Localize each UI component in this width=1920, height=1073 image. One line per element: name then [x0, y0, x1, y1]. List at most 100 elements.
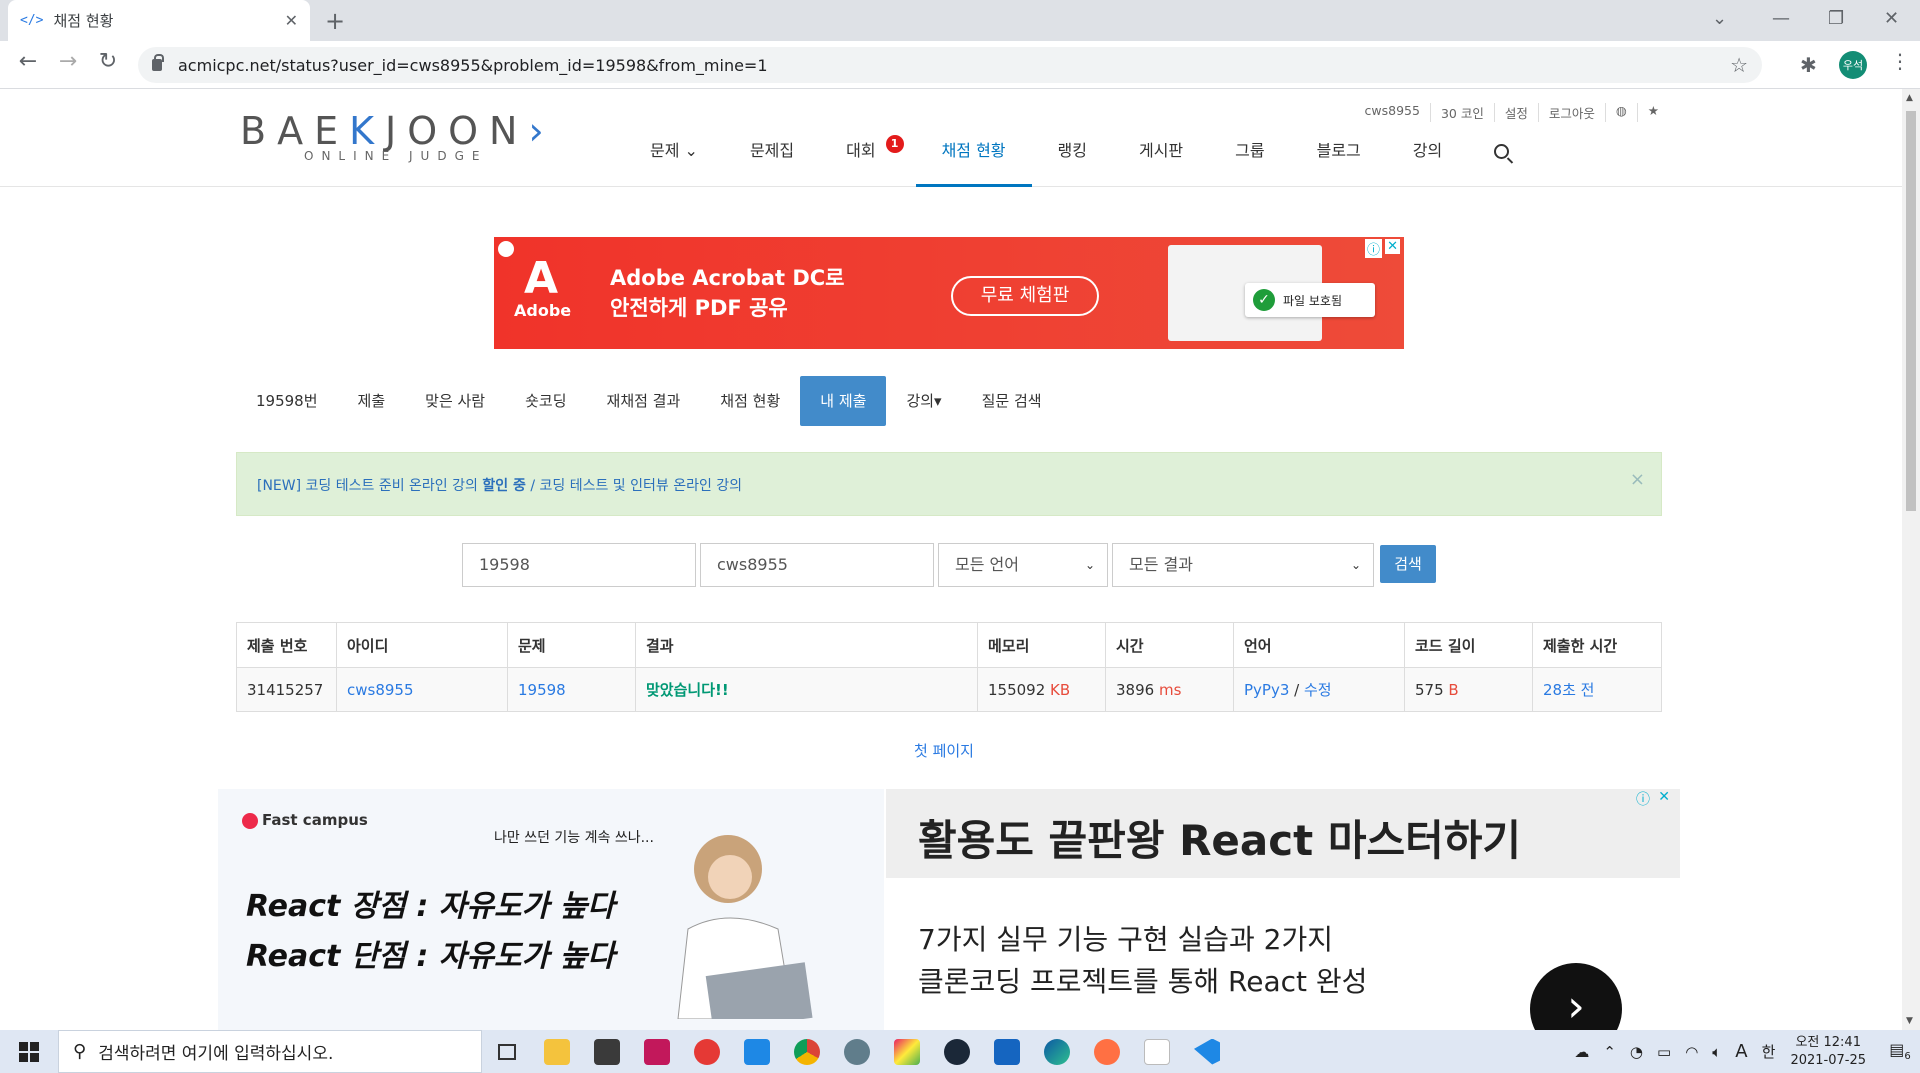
nav-problems[interactable]: 문제 ⌄ [624, 133, 724, 187]
browser-menu-icon[interactable]: ⋮ [1890, 49, 1910, 73]
scroll-down-icon[interactable]: ▼ [1906, 1016, 1913, 1026]
favorite-star-icon[interactable]: ★ [1636, 103, 1669, 122]
search-button[interactable]: 검색 [1380, 545, 1436, 583]
ad-close-icon[interactable]: ✕ [1658, 789, 1670, 805]
alert-close-icon[interactable]: × [1630, 469, 1645, 490]
network-icon[interactable]: ◔ [1630, 1043, 1643, 1061]
page-scrollbar[interactable]: ▲ ▼ [1902, 89, 1920, 1030]
nav-blog[interactable]: 블로그 [1291, 133, 1387, 187]
volume-icon[interactable]: 🔈︎ [1712, 1043, 1721, 1061]
top-menu-username[interactable]: cws8955 [1355, 103, 1430, 122]
app-book-icon[interactable] [982, 1030, 1032, 1073]
tab-rejudge[interactable]: 재채점 결과 [587, 376, 701, 426]
nav-status[interactable]: 채점 현황 [915, 133, 1032, 187]
alert-link[interactable]: [NEW] 코딩 테스트 준비 온라인 강의 할인 중 / 코딩 테스트 및 인… [257, 475, 742, 495]
ad-info-icon[interactable]: ⓘ [1636, 789, 1650, 809]
cell-user-link[interactable]: cws8955 [336, 667, 508, 712]
code-length-unit: B [1448, 680, 1459, 699]
lock-icon[interactable] [152, 54, 164, 71]
window-close-icon[interactable]: ✕ [1884, 8, 1899, 29]
nav-search[interactable] [1468, 133, 1535, 187]
globe-icon[interactable]: ◍ [1604, 103, 1637, 122]
edge-icon[interactable] [1032, 1030, 1082, 1073]
new-tab-icon[interactable]: + [325, 7, 345, 35]
chevron-right-icon[interactable]: › [1530, 963, 1622, 1030]
result-select[interactable]: 모든 결과 ⌄ [1112, 543, 1374, 587]
chrome-icon[interactable] [782, 1030, 832, 1073]
tab-close-icon[interactable]: ✕ [285, 11, 298, 30]
nav-lecture[interactable]: 강의 [1387, 133, 1468, 187]
ime-language[interactable]: A [1735, 1041, 1747, 1062]
cell-submission-id: 31415257 [236, 667, 337, 712]
nav-ranking[interactable]: 랭킹 [1032, 133, 1113, 187]
taskbar-search-box[interactable]: ⚲ 검색하려면 여기에 입력하십시오. [58, 1030, 482, 1073]
steam-icon[interactable] [932, 1030, 982, 1073]
store-icon[interactable] [582, 1030, 632, 1073]
cell-problem-link[interactable]: 19598 [507, 667, 636, 712]
app-gear-icon[interactable] [832, 1030, 882, 1073]
nav-board[interactable]: 게시판 [1113, 133, 1209, 187]
wifi-icon[interactable]: ◠ [1685, 1043, 1698, 1061]
tab-problem-number[interactable]: 19598번 [236, 376, 338, 426]
app-pink-icon[interactable] [632, 1030, 682, 1073]
tab-submit[interactable]: 제출 [338, 376, 406, 426]
ad-info-icon[interactable]: ⓘ [1364, 239, 1382, 258]
ad1-cta-button[interactable]: 무료 체험판 [951, 276, 1099, 316]
notification-center-icon[interactable]: ▤6 [1880, 1040, 1920, 1062]
top-menu-settings[interactable]: 설정 [1493, 103, 1538, 122]
fastcampus-ad-banner[interactable]: Fast campus 나만 쓰던 기능 계속 쓰나... React 장점 :… [218, 789, 1680, 1030]
app-sync-icon[interactable] [682, 1030, 732, 1073]
weather-icon[interactable]: ☁ [1574, 1043, 1589, 1061]
extensions-puzzle-icon[interactable]: ✱ [1800, 53, 1817, 77]
profile-avatar[interactable]: 우석 [1839, 51, 1867, 79]
back-icon[interactable]: ← [12, 49, 44, 74]
reload-icon[interactable]: ↻ [92, 49, 124, 74]
app-typora-icon[interactable] [1132, 1030, 1182, 1073]
nav-group[interactable]: 그룹 [1209, 133, 1290, 187]
app-colorful-icon[interactable] [882, 1030, 932, 1073]
site-logo[interactable]: BAEKJOON› ONLINE JUDGE [240, 109, 555, 163]
taskbar-clock[interactable]: 오전 12:41 2021-07-25 [1790, 1034, 1866, 1070]
adobe-ad-banner[interactable]: A Adobe Adobe Acrobat DC로 안전하게 PDF 공유 무료… [494, 237, 1404, 349]
ime-mode[interactable]: 한 [1762, 1041, 1776, 1062]
tab-question-search[interactable]: 질문 검색 [962, 376, 1062, 426]
forward-icon[interactable]: → [52, 49, 84, 74]
file-explorer-icon[interactable] [532, 1030, 582, 1073]
top-menu-logout[interactable]: 로그아웃 [1537, 103, 1605, 122]
tab-search-icon[interactable]: ⌄ [1712, 8, 1727, 29]
scrollbar-thumb[interactable] [1906, 111, 1916, 511]
language-link[interactable]: PyPy3 [1244, 681, 1289, 699]
nav-workbook[interactable]: 문제집 [724, 133, 820, 187]
tab-my-submissions[interactable]: 내 제출 [800, 376, 887, 426]
first-page-link[interactable]: 첫 페이지 [914, 740, 974, 761]
scroll-up-icon[interactable]: ▲ [1906, 93, 1913, 103]
app-orange-icon[interactable] [1082, 1030, 1132, 1073]
url-text[interactable]: acmicpc.net/status?user_id=cws8955&probl… [178, 56, 1730, 75]
tab-status[interactable]: 채점 현황 [700, 376, 800, 426]
privacy-shield-icon[interactable] [498, 241, 514, 257]
taskbar-search-placeholder: 검색하려면 여기에 입력하십시오. [98, 1044, 334, 1064]
edit-link[interactable]: 수정 [1304, 681, 1332, 699]
ad2-description: 7가지 실무 기능 구현 실습과 2가지 클론코딩 프로젝트를 통해 React… [918, 919, 1367, 1003]
browser-tab[interactable]: </> 채점 현황 ✕ [8, 0, 310, 41]
tray-chevron-up-icon[interactable]: ⌃ [1603, 1043, 1616, 1061]
cell-submitted-time[interactable]: 28초 전 [1532, 667, 1662, 712]
vscode-icon[interactable] [1182, 1030, 1232, 1073]
user-id-input[interactable]: cws8955 [700, 543, 934, 587]
bookmark-star-icon[interactable]: ☆ [1730, 53, 1748, 77]
nav-contest[interactable]: 대회 1 [820, 133, 915, 187]
minimize-icon[interactable]: — [1772, 8, 1790, 29]
top-menu-coins[interactable]: 30 코인 [1429, 103, 1494, 122]
restore-icon[interactable]: ❐ [1828, 8, 1844, 29]
ad-close-icon[interactable]: ✕ [1385, 239, 1400, 254]
tab-lecture[interactable]: 강의▾ [886, 376, 961, 426]
tab-solvers[interactable]: 맞은 사람 [405, 376, 505, 426]
language-select[interactable]: 모든 언어 ⌄ [938, 543, 1108, 587]
problem-id-input[interactable]: 19598 [462, 543, 696, 587]
address-bar[interactable]: acmicpc.net/status?user_id=cws8955&probl… [138, 47, 1762, 83]
mail-icon[interactable] [732, 1030, 782, 1073]
battery-icon[interactable]: ▭ [1657, 1043, 1671, 1061]
start-button[interactable] [0, 1030, 58, 1073]
task-view-icon[interactable] [482, 1030, 532, 1073]
tab-short-coding[interactable]: 숏코딩 [505, 376, 586, 426]
